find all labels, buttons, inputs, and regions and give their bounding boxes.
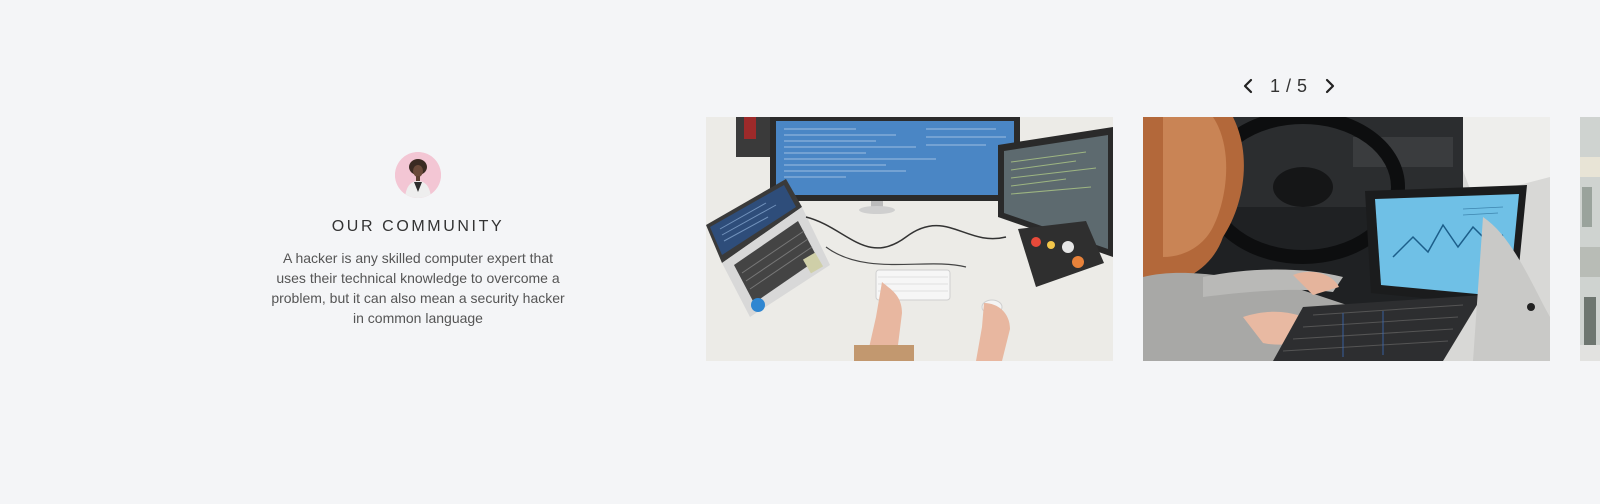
slide-2[interactable] — [1143, 117, 1550, 361]
slide-3[interactable] — [1580, 117, 1600, 361]
desk-computer-photo-icon — [706, 117, 1113, 361]
chevron-left-icon — [1243, 78, 1253, 94]
slide-counter: 1 / 5 — [1270, 75, 1308, 96]
partial-photo-icon — [1580, 117, 1600, 361]
prev-slide-button[interactable] — [1240, 74, 1256, 98]
laptop-in-car-photo-icon — [1143, 117, 1550, 361]
chevron-right-icon — [1325, 78, 1334, 94]
slider-pager: 1 / 5 — [1240, 72, 1338, 100]
slide-1[interactable] — [706, 117, 1113, 361]
image-carousel — [0, 117, 1600, 361]
next-slide-button[interactable] — [1322, 74, 1338, 98]
